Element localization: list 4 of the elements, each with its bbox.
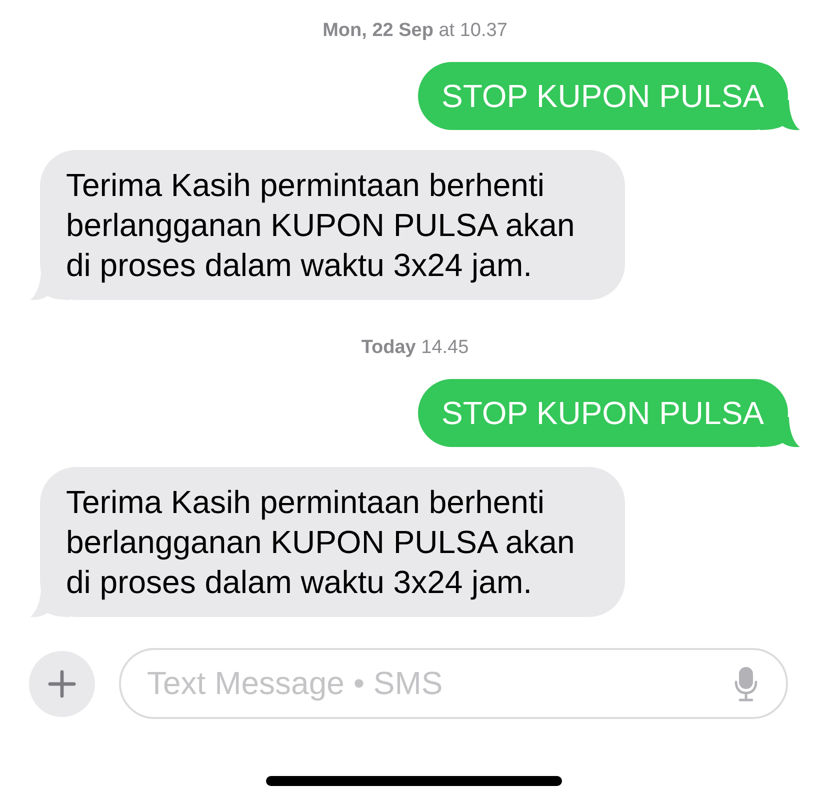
- timestamp: Mon, 22 Sep at 10.37: [322, 19, 508, 43]
- plus-icon: [48, 670, 76, 698]
- timestamp: Today 14.45: [361, 336, 469, 360]
- message-field[interactable]: Text Message • SMS: [119, 648, 788, 719]
